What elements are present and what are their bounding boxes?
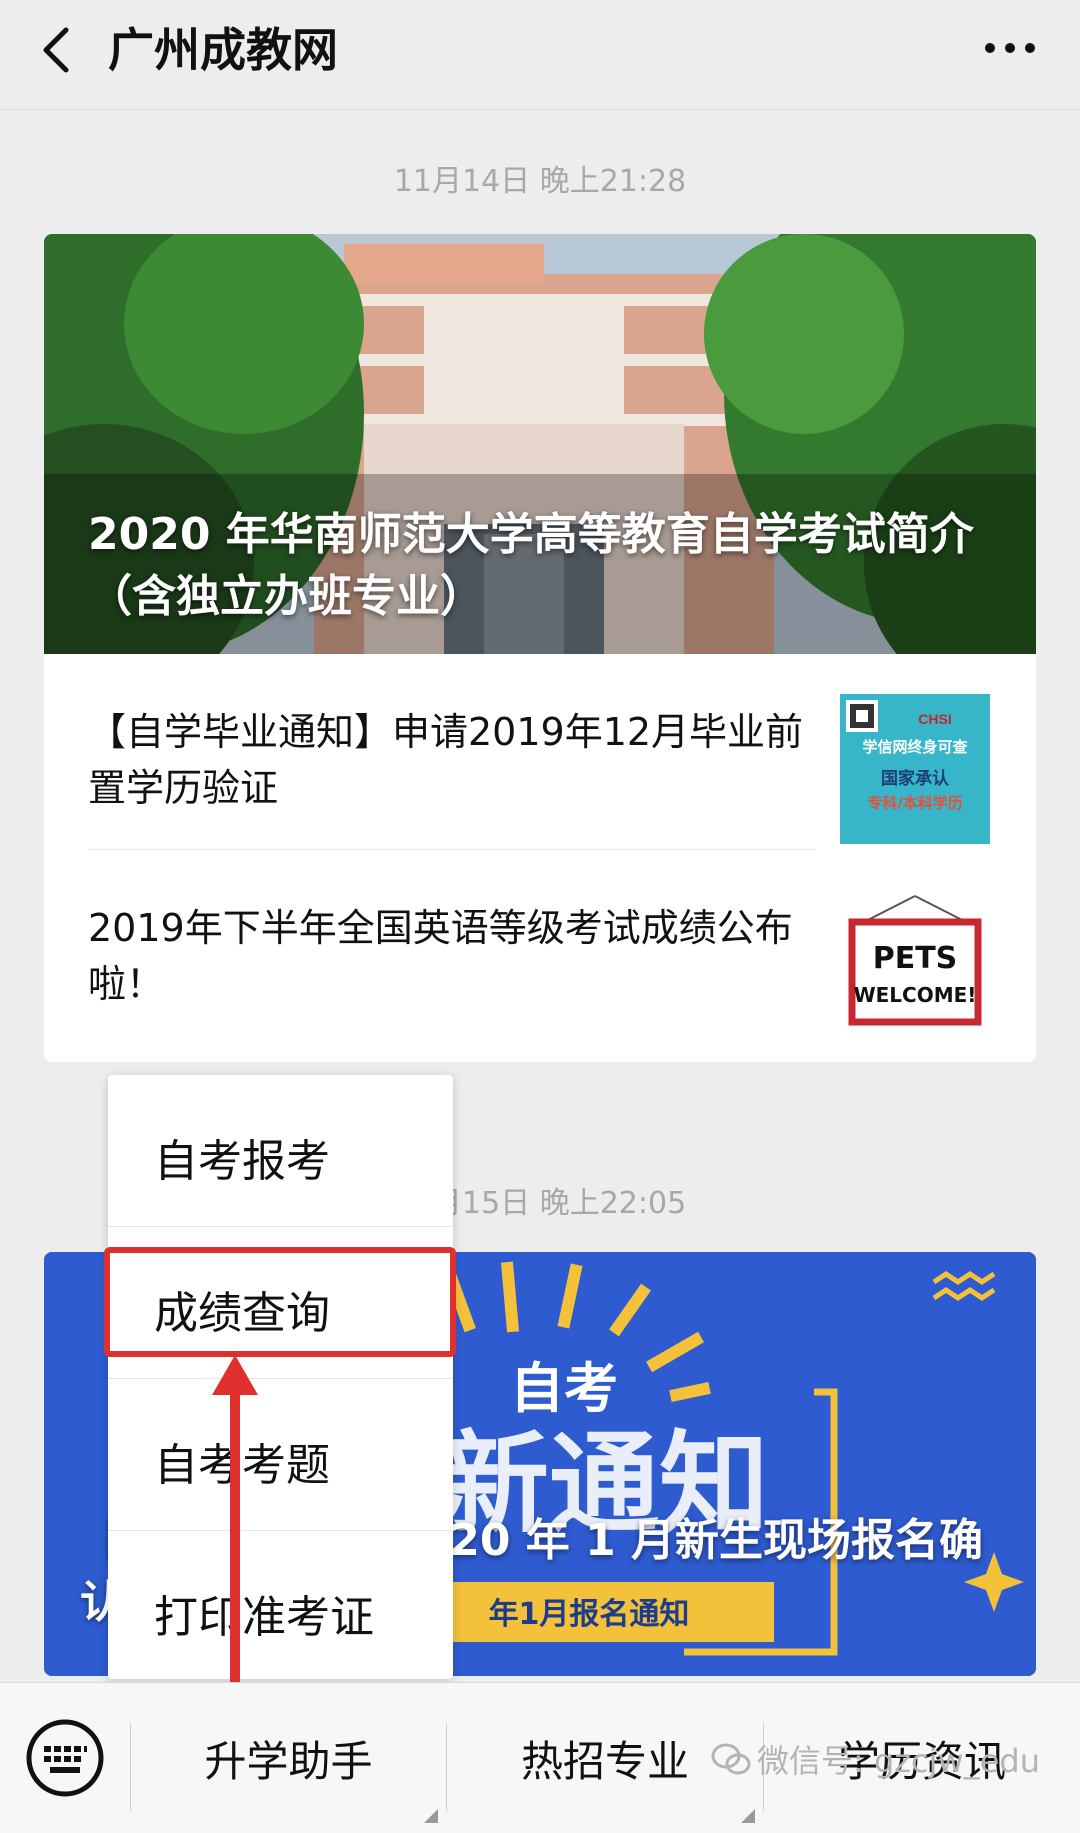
- back-arrow-icon[interactable]: [30, 20, 90, 80]
- sub-article[interactable]: 2019年下半年全国英语等级考试成绩公布啦！ PETS WELCOME!: [44, 850, 1036, 1062]
- sub-article-title: 2019年下半年全国英语等级考试成绩公布啦！: [88, 906, 793, 1006]
- article-cover[interactable]: 2020 年华南师范大学高等教育自学考试简介（含独立办班专业）: [44, 234, 1036, 654]
- menu-item-label: 自考报考: [154, 1136, 330, 1187]
- svg-text:国家承认: 国家承认: [881, 768, 950, 789]
- sub-article-thumbnail: CHSI 学信网终身可查 国家承认 专科/本科学历: [840, 694, 990, 844]
- more-options-icon[interactable]: [980, 28, 1040, 68]
- sub-article-thumbnail: PETS WELCOME!: [840, 890, 990, 1040]
- wechat-logo-icon: [711, 1743, 751, 1775]
- svg-text:专科/本科学历: 专科/本科学历: [867, 794, 962, 812]
- svg-text:学信网终身可查: 学信网终身可查: [862, 738, 968, 756]
- menu-item-print-admission-ticket[interactable]: 打印准考证: [108, 1531, 453, 1683]
- submenu-indicator-icon: [741, 1809, 755, 1823]
- watermark-text: 微信号: gzcjw_edu: [756, 1742, 1040, 1780]
- article-card: 2020 年华南师范大学高等教育自学考试简介（含独立办班专业） 【自学毕业通知】…: [44, 234, 1036, 1062]
- menu-item-exam-questions[interactable]: 自考考题: [108, 1379, 453, 1531]
- message-timestamp: 11月14日 晚上21:28: [393, 164, 687, 199]
- submenu-indicator-icon: [424, 1809, 438, 1823]
- submenu-popup: 自考报考 成绩查询 自考考题 打印准考证: [108, 1075, 453, 1679]
- chsi-thumbnail-image: CHSI 学信网终身可查 国家承认 专科/本科学历: [840, 694, 990, 844]
- sub-article-title: 【自学毕业通知】申请2019年12月毕业前置学历验证: [88, 710, 804, 810]
- red-arrow-annotation-icon: [212, 1355, 258, 1715]
- keyboard-icon[interactable]: [24, 1717, 106, 1799]
- sub-article[interactable]: 【自学毕业通知】申请2019年12月毕业前置学历验证 CHSI 学信网终身可查 …: [44, 654, 1036, 850]
- wechat-watermark: 微信号: gzcjw_edu: [711, 1736, 1040, 1782]
- menu-item-self-exam-registration[interactable]: 自考报考: [108, 1075, 453, 1227]
- chsi-logo-text: CHSI: [918, 711, 951, 727]
- highlight-annotation-box: [104, 1247, 456, 1357]
- pets-welcome-image: PETS WELCOME!: [840, 890, 990, 1040]
- article-cover-title: 2020 年华南师范大学高等教育自学考试简介（含独立办班专业）: [88, 509, 974, 622]
- page-title: 广州成教网: [108, 23, 338, 77]
- svg-text:PETS: PETS: [873, 941, 958, 976]
- tab-admission-assistant[interactable]: 升学助手: [131, 1683, 446, 1833]
- svg-text:WELCOME!: WELCOME!: [854, 983, 977, 1007]
- svg-text:自考: 自考: [510, 1357, 618, 1420]
- top-navbar: 广州成教网: [0, 0, 1080, 110]
